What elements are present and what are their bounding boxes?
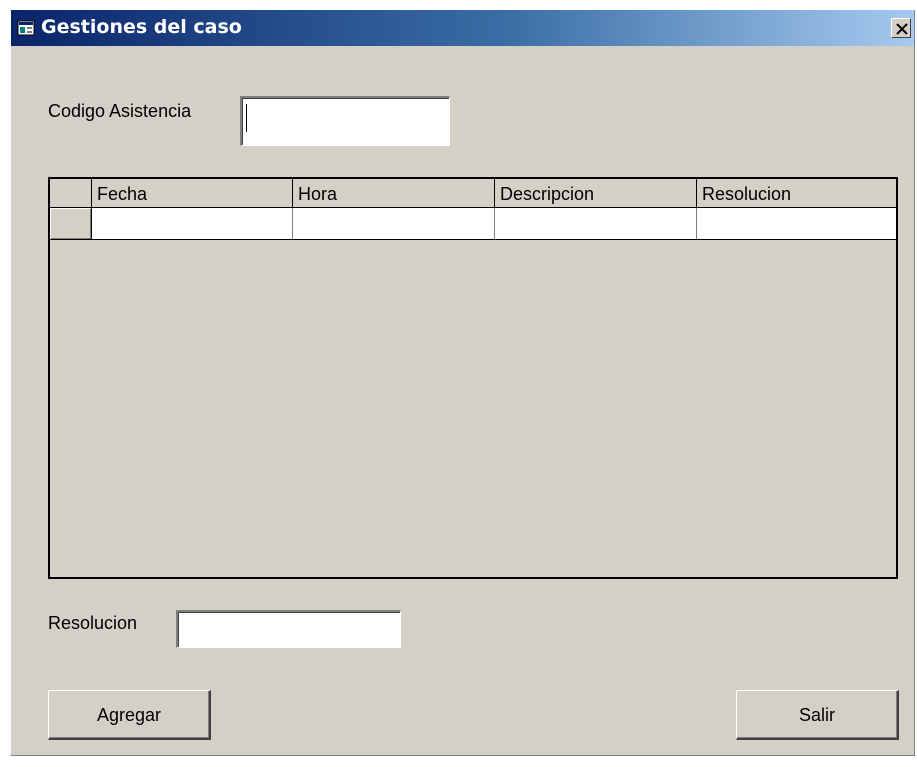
cell-fecha[interactable] — [92, 208, 293, 239]
resolucion-input[interactable] — [176, 610, 401, 648]
codigo-asistencia-input[interactable] — [240, 96, 450, 146]
text-caret — [246, 104, 247, 132]
column-header-fecha[interactable]: Fecha — [92, 179, 293, 207]
salir-button[interactable]: Salir — [736, 690, 899, 740]
title-bar[interactable]: Gestiones del caso — [11, 10, 914, 46]
close-icon — [896, 23, 908, 35]
table-row[interactable] — [50, 208, 896, 240]
app-window-icon — [17, 19, 35, 37]
column-header-hora[interactable]: Hora — [293, 179, 495, 207]
grid-corner-cell[interactable] — [50, 179, 92, 207]
row-selector[interactable] — [50, 208, 92, 239]
gestiones-grid[interactable]: Fecha Hora Descripcion Resolucion — [48, 177, 898, 579]
cell-resolucion[interactable] — [697, 208, 896, 239]
gestiones-dialog: Gestiones del caso Codigo Asistencia Fec… — [10, 10, 915, 756]
codigo-asistencia-label: Codigo Asistencia — [48, 101, 192, 121]
agregar-button[interactable]: Agregar — [48, 690, 211, 740]
resolucion-label: Resolucion — [48, 613, 138, 633]
close-button[interactable] — [891, 18, 911, 38]
cell-hora[interactable] — [293, 208, 495, 239]
column-header-descripcion[interactable]: Descripcion — [495, 179, 697, 207]
cell-descripcion[interactable] — [495, 208, 697, 239]
grid-header: Fecha Hora Descripcion Resolucion — [50, 179, 896, 208]
column-header-resolucion[interactable]: Resolucion — [697, 179, 896, 207]
window-title: Gestiones del caso — [41, 16, 242, 38]
